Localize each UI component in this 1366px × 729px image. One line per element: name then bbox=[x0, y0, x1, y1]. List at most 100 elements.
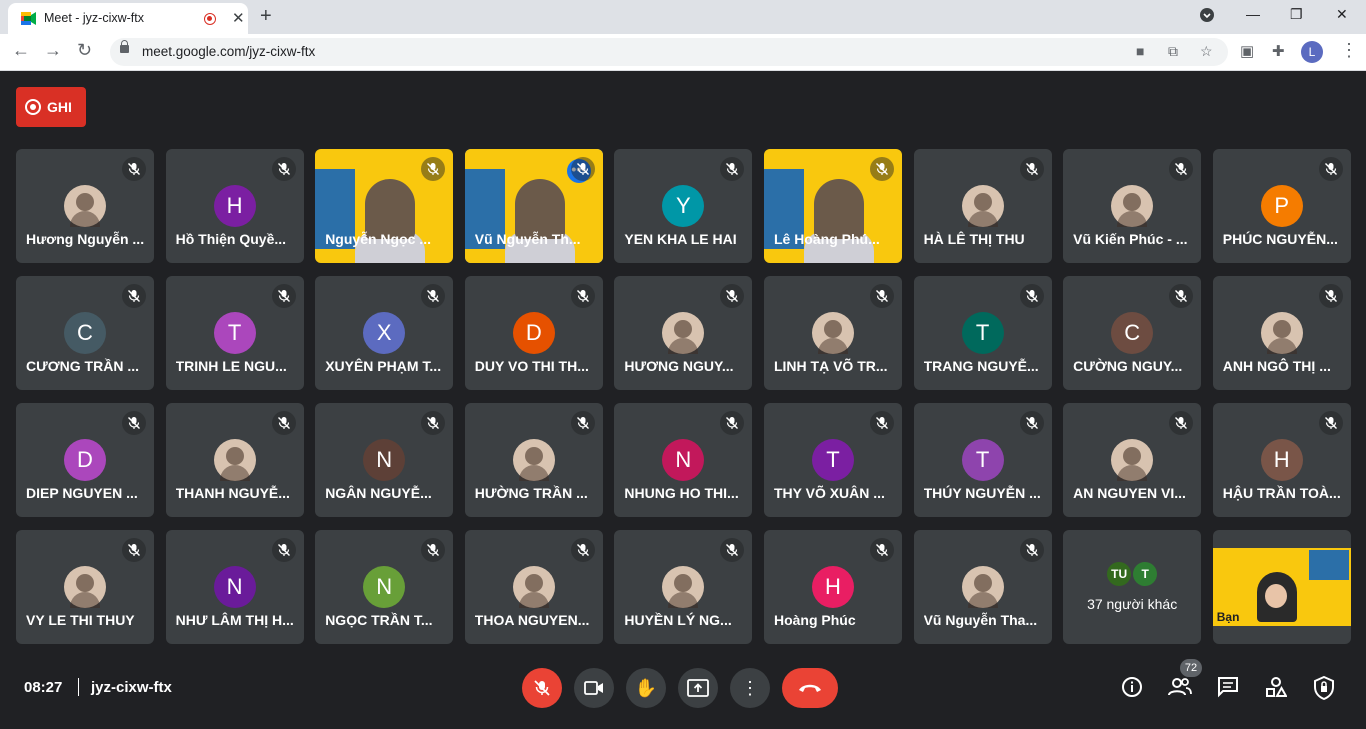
leave-call-button[interactable] bbox=[782, 668, 838, 708]
others-tile[interactable]: TU T 37 người khác bbox=[1063, 530, 1202, 644]
participant-avatar: H bbox=[811, 566, 854, 608]
participant-tile[interactable]: VY LE THI THUY bbox=[16, 530, 154, 644]
maximize-icon[interactable]: ❐ bbox=[1290, 6, 1303, 23]
participant-tile[interactable]: N NGÂN NGUYỄ... bbox=[315, 403, 454, 517]
browser-menu-icon[interactable]: ⋮ bbox=[1340, 40, 1358, 61]
participant-photo bbox=[662, 566, 705, 608]
participant-name: CƯỜNG NGUY... bbox=[1073, 358, 1183, 374]
participant-name: HÀ LÊ THỊ THU bbox=[923, 231, 1025, 247]
browser-tab-bar: Meet - jyz-cixw-ftx ✕ + — ❐ ✕ bbox=[0, 0, 1366, 34]
url-text[interactable]: meet.google.com/jyz-cixw-ftx bbox=[142, 44, 315, 59]
present-button[interactable] bbox=[678, 668, 718, 708]
participant-avatar: H bbox=[1260, 439, 1303, 481]
chat-icon[interactable] bbox=[1217, 676, 1239, 704]
participant-avatar: T bbox=[213, 312, 256, 354]
browser-tab[interactable]: Meet - jyz-cixw-ftx ✕ bbox=[8, 3, 248, 34]
muted-mic-icon bbox=[1019, 157, 1044, 181]
participant-tile[interactable]: THOA NGUYEN... bbox=[464, 530, 603, 644]
participant-tile[interactable]: ANH NGÔ THỊ ... bbox=[1212, 276, 1351, 390]
muted-mic-icon bbox=[720, 157, 745, 181]
people-icon[interactable] bbox=[1168, 676, 1192, 704]
extension-icon[interactable]: ▣ bbox=[1240, 42, 1254, 60]
participant-tile[interactable]: X XUYÊN PHẠM T... bbox=[315, 276, 454, 390]
participant-tile[interactable]: HƯỜNG TRẦN ... bbox=[464, 403, 603, 517]
participant-tile[interactable]: Y YEN KHA LE HAI bbox=[614, 149, 753, 263]
muted-mic-icon bbox=[122, 411, 146, 435]
participant-tile[interactable]: THANH NGUYỄ... bbox=[165, 403, 304, 517]
participant-tile[interactable]: H Hoàng Phúc bbox=[763, 530, 902, 644]
muted-mic-icon bbox=[122, 538, 146, 562]
participant-avatar: Y bbox=[662, 185, 705, 227]
participant-avatar: D bbox=[512, 312, 555, 354]
muted-mic-icon bbox=[421, 157, 446, 181]
participant-name: TRINH LE NGU... bbox=[175, 358, 287, 374]
self-video-tile[interactable]: Bạn bbox=[1212, 530, 1351, 644]
participant-name: ANH NGÔ THỊ ... bbox=[1222, 358, 1331, 374]
participant-tile[interactable]: T THÚY NGUYỄN ... bbox=[913, 403, 1052, 517]
camera-icon bbox=[584, 681, 603, 695]
recording-button[interactable]: GHI bbox=[16, 87, 86, 127]
muted-mic-icon bbox=[720, 538, 745, 562]
participant-tile[interactable]: N NHƯ LÂM THỊ H... bbox=[165, 530, 304, 644]
participant-tile[interactable]: N NHUNG HO THI... bbox=[614, 403, 753, 517]
participant-tile[interactable]: HÀ LÊ THỊ THU bbox=[913, 149, 1052, 263]
participant-avatar: N bbox=[363, 439, 406, 481]
muted-mic-icon bbox=[271, 538, 296, 562]
camera-permission-icon[interactable]: ■ bbox=[1136, 43, 1144, 59]
forward-icon[interactable]: → bbox=[44, 40, 62, 61]
activities-icon[interactable] bbox=[1265, 676, 1288, 704]
participant-name: HUYỀN LÝ NG... bbox=[624, 612, 732, 628]
participant-tile[interactable]: N NGỌC TRẦN T... bbox=[315, 530, 454, 644]
participant-tile[interactable]: D DIEP NGUYEN ... bbox=[16, 403, 154, 517]
reload-icon[interactable]: ↻ bbox=[77, 40, 92, 61]
participant-tile[interactable]: T TRANG NGUYỄ... bbox=[913, 276, 1052, 390]
omnibox[interactable]: meet.google.com/jyz-cixw-ftx ■ ⧉ ☆ bbox=[110, 38, 1228, 66]
mic-toggle-button[interactable] bbox=[522, 668, 562, 708]
close-window-icon[interactable]: ✕ bbox=[1336, 6, 1348, 23]
record-icon bbox=[25, 99, 41, 115]
camera-toggle-button[interactable] bbox=[574, 668, 614, 708]
puzzle-icon[interactable]: ✚ bbox=[1272, 42, 1285, 60]
more-options-button[interactable]: ⋮ bbox=[730, 668, 770, 708]
muted-mic-icon bbox=[421, 411, 446, 435]
back-icon[interactable]: ← bbox=[12, 40, 30, 61]
tab-search-icon[interactable] bbox=[1200, 8, 1214, 25]
participant-tile[interactable]: Hương Nguyễn ... bbox=[16, 149, 154, 263]
host-controls-icon[interactable] bbox=[1313, 675, 1335, 706]
participant-tile[interactable]: C CƯỜNG NGUY... bbox=[1063, 276, 1202, 390]
others-avatar: T bbox=[1133, 562, 1158, 586]
close-tab-icon[interactable]: ✕ bbox=[232, 9, 245, 27]
participant-tile[interactable]: D DUY VO THI TH... bbox=[464, 276, 603, 390]
translate-icon[interactable]: ⧉ bbox=[1168, 43, 1178, 60]
participant-tile[interactable]: HUYỀN LÝ NG... bbox=[614, 530, 753, 644]
raise-hand-button[interactable]: ✋ bbox=[626, 668, 666, 708]
meeting-code: jyz-cixw-ftx bbox=[91, 679, 172, 696]
participant-tile[interactable]: H Hồ Thiện Quyề... bbox=[165, 149, 304, 263]
participant-tile[interactable]: T TRINH LE NGU... bbox=[165, 276, 304, 390]
muted-mic-icon bbox=[1169, 157, 1194, 181]
participant-name: LINH TẠ VÕ TR... bbox=[773, 358, 888, 374]
minimize-icon[interactable]: — bbox=[1246, 6, 1260, 22]
muted-mic-icon bbox=[122, 284, 146, 308]
participant-tile[interactable]: AN NGUYEN VI... bbox=[1063, 403, 1202, 517]
muted-mic-icon bbox=[869, 411, 894, 435]
participant-tile[interactable]: Vũ Nguyễn Tha... bbox=[913, 530, 1052, 644]
new-tab-icon[interactable]: + bbox=[260, 5, 272, 28]
participant-tile[interactable]: Vũ Kiến Phúc - ... bbox=[1063, 149, 1202, 263]
profile-avatar[interactable]: L bbox=[1301, 41, 1323, 63]
people-count-badge: 72 bbox=[1180, 659, 1202, 677]
participant-tile[interactable]: P PHÚC NGUYỄN... bbox=[1212, 149, 1351, 263]
participant-tile[interactable]: H HẬU TRẦN TOÀ... bbox=[1212, 403, 1351, 517]
participant-tile[interactable]: ••• Vũ Nguyễn Th... bbox=[464, 149, 603, 263]
participant-tile[interactable]: LINH TẠ VÕ TR... bbox=[763, 276, 902, 390]
bookmark-star-icon[interactable]: ☆ bbox=[1200, 43, 1213, 60]
participant-tile[interactable]: HƯƠNG NGUY... bbox=[614, 276, 753, 390]
participant-tile[interactable]: Lê Hoàng Phú... bbox=[763, 149, 902, 263]
participant-avatar: T bbox=[961, 312, 1004, 354]
participant-tile[interactable]: C CƯƠNG TRẦN ... bbox=[16, 276, 154, 390]
participant-tile[interactable]: Nguyễn Ngọc ... bbox=[315, 149, 454, 263]
info-icon[interactable] bbox=[1121, 676, 1143, 704]
participant-name: Vũ Nguyễn Th... bbox=[474, 231, 581, 247]
participant-tile[interactable]: T THY VÕ XUÂN ... bbox=[763, 403, 902, 517]
muted-mic-icon bbox=[869, 157, 894, 181]
